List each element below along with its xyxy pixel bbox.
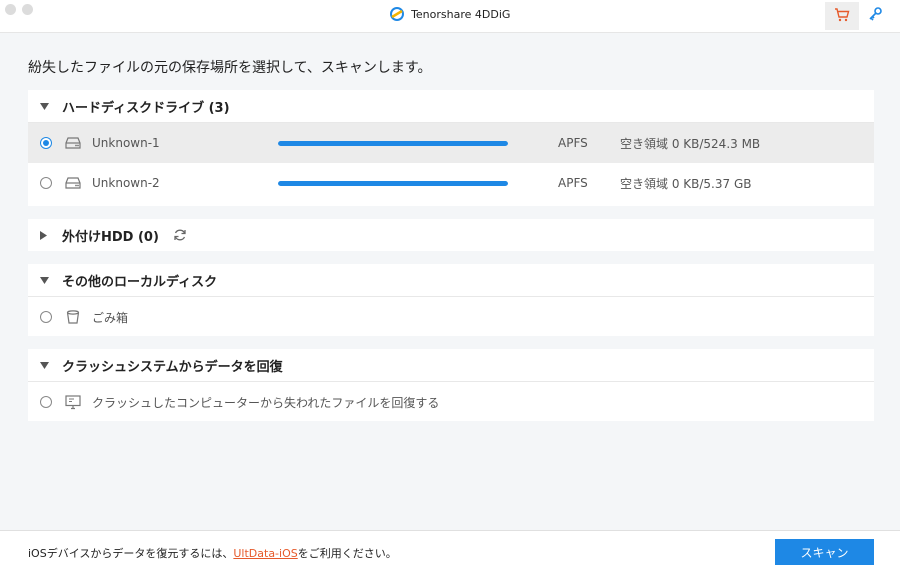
triangle-down-icon xyxy=(40,102,62,110)
hard-drive-icon xyxy=(65,135,81,151)
scan-button[interactable]: スキャン xyxy=(775,539,874,565)
app-logo-icon xyxy=(389,7,404,24)
crash-recovery-label: クラッシュしたコンピューターから失われたファイルを回復する xyxy=(92,395,440,410)
refresh-icon[interactable] xyxy=(173,228,187,242)
app-title-text: Tenorshare 4DDiG xyxy=(411,8,511,21)
drive-free-space: 空き領域 0 KB/5.37 GB xyxy=(620,176,752,191)
key-button[interactable] xyxy=(862,2,888,30)
hard-drive-icon xyxy=(65,175,81,191)
drive-usage-fill xyxy=(278,181,508,186)
hdd-section-header[interactable]: ハードディスクドライブ (3) xyxy=(28,90,874,123)
other-local-disk-section-header[interactable]: その他のローカルディスク xyxy=(28,264,874,297)
other-local-disk-section-title: その他のローカルディスク xyxy=(62,274,218,290)
title-bar: Tenorshare 4DDiG xyxy=(0,0,900,32)
app-title: Tenorshare 4DDiG xyxy=(0,7,900,24)
drive-row[interactable]: Unknown-2 APFS 空き領域 0 KB/5.37 GB xyxy=(28,163,874,203)
external-hdd-section: 外付けHDD (0) xyxy=(28,219,874,251)
external-hdd-section-header[interactable]: 外付けHDD (0) xyxy=(28,219,874,251)
drive-usage-fill xyxy=(278,141,508,146)
hdd-section-title: ハードディスクドライブ (3) xyxy=(62,100,230,116)
drive-radio[interactable] xyxy=(40,137,52,149)
other-local-disk-section: その他のローカルディスク ごみ箱 xyxy=(28,264,874,336)
drive-name: Unknown-2 xyxy=(92,176,160,190)
crash-recovery-section-header[interactable]: クラッシュシステムからデータを回復 xyxy=(28,349,874,382)
footer-note: iOSデバイスからデータを復元するには、UltData-iOSをご利用ください。 xyxy=(28,545,397,561)
drive-name: Unknown-1 xyxy=(92,136,160,150)
footer-text-before: iOSデバイスからデータを復元するには、 xyxy=(28,547,234,560)
ultdata-ios-link[interactable]: UltData-iOS xyxy=(233,547,297,560)
footer-bar: iOSデバイスからデータを復元するには、UltData-iOSをご利用ください。… xyxy=(0,530,900,571)
triangle-down-icon xyxy=(40,276,62,284)
drive-free-space: 空き領域 0 KB/524.3 MB xyxy=(620,136,761,151)
crash-recovery-section-title: クラッシュシステムからデータを回復 xyxy=(62,359,283,375)
drive-filesystem: APFS xyxy=(558,136,588,150)
crash-recovery-section: クラッシュシステムからデータを回復 クラッシュしたコンピューターから失われたファ… xyxy=(28,349,874,421)
computer-monitor-icon xyxy=(65,394,81,410)
footer-text-after: をご利用ください。 xyxy=(297,547,397,560)
instruction-text: 紛失したファイルの元の保存場所を選択して、スキャンします。 xyxy=(28,60,432,76)
trash-row[interactable]: ごみ箱 xyxy=(28,297,874,337)
shopping-cart-icon xyxy=(834,7,850,26)
drive-usage-bar xyxy=(278,181,508,186)
trash-label: ごみ箱 xyxy=(92,310,129,325)
trash-icon xyxy=(65,309,81,325)
drive-radio[interactable] xyxy=(40,177,52,189)
triangle-down-icon xyxy=(40,361,62,369)
drive-filesystem: APFS xyxy=(558,176,588,190)
drive-row[interactable]: Unknown-1 APFS 空き領域 0 KB/524.3 MB xyxy=(28,123,874,163)
triangle-right-icon xyxy=(40,230,62,240)
cart-button[interactable] xyxy=(825,2,859,30)
main-content: 紛失したファイルの元の保存場所を選択して、スキャンします。 ハードディスクドライ… xyxy=(0,32,900,531)
crash-recovery-row[interactable]: クラッシュしたコンピューターから失われたファイルを回復する xyxy=(28,382,874,422)
key-icon xyxy=(867,6,883,26)
trash-radio[interactable] xyxy=(40,311,52,323)
drive-usage-bar xyxy=(278,141,508,146)
crash-recovery-radio[interactable] xyxy=(40,396,52,408)
hdd-section: ハードディスクドライブ (3) Unknown-1 APFS 空き領域 0 KB… xyxy=(28,90,874,206)
external-hdd-section-title: 外付けHDD (0) xyxy=(62,229,159,245)
